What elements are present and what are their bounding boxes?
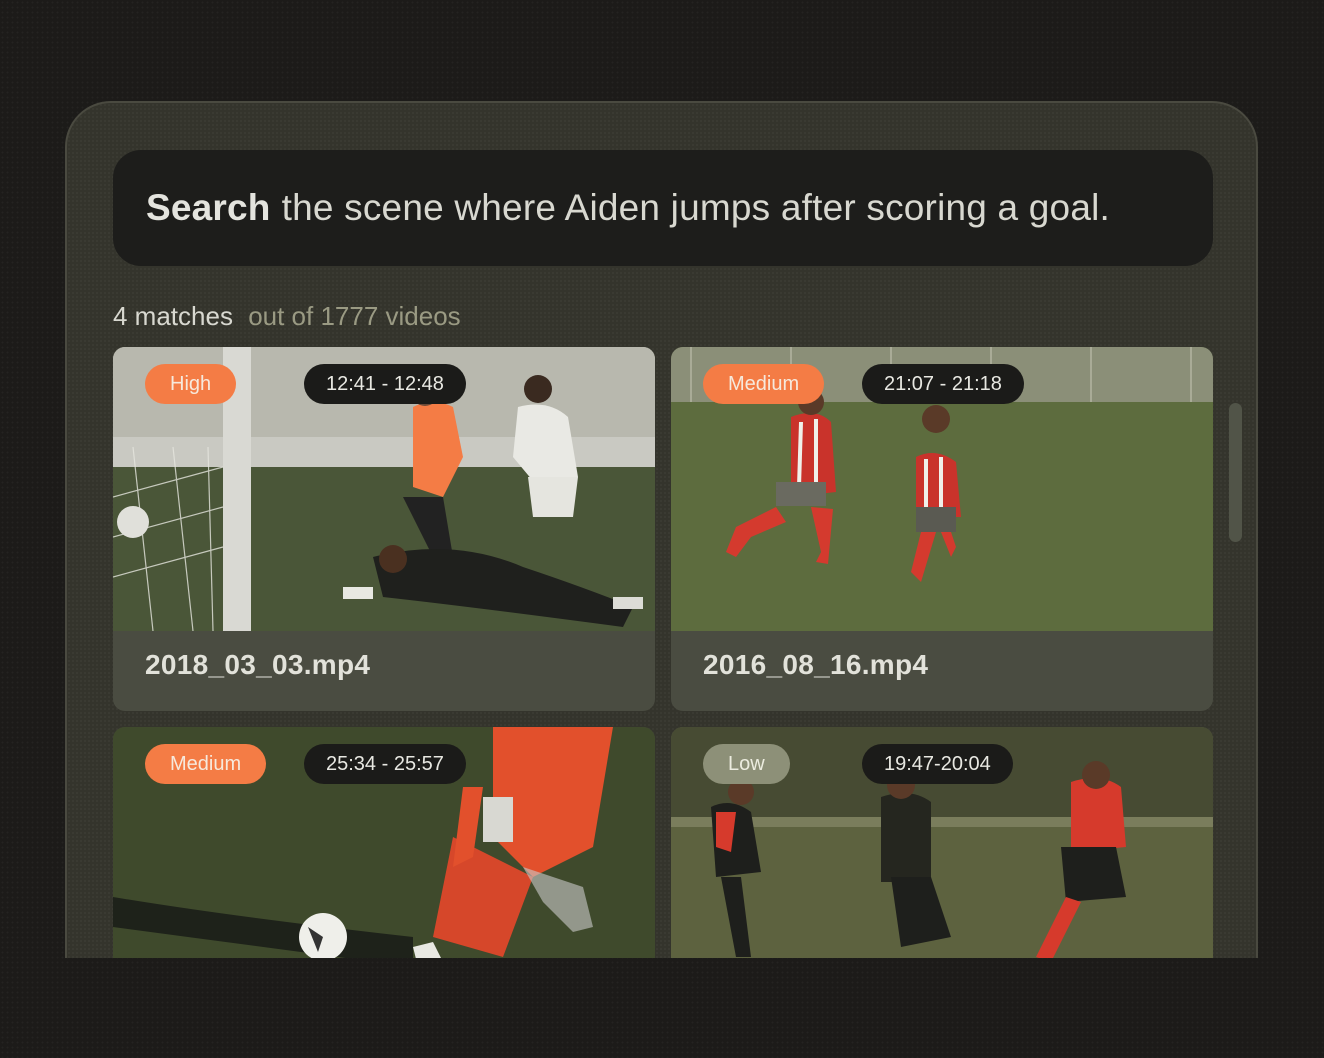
device-frame: Search the scene where Aiden jumps after… — [65, 101, 1258, 958]
video-card[interactable]: Low 19:47-20:04 — [671, 727, 1213, 958]
timestamp-badge: 12:41 - 12:48 — [304, 364, 466, 404]
search-input[interactable]: Search the scene where Aiden jumps after… — [113, 150, 1213, 266]
video-card[interactable]: Medium 21:07 - 21:18 2016_08_16.mp4 — [671, 347, 1213, 711]
search-keyword: Search — [146, 187, 271, 228]
results-summary: 4 matches out of 1777 videos — [113, 301, 461, 332]
timestamp-badge: 21:07 - 21:18 — [862, 364, 1024, 404]
confidence-badge: Medium — [703, 364, 825, 404]
scrollbar[interactable] — [1229, 403, 1242, 542]
total-videos: out of 1777 videos — [248, 301, 461, 331]
video-card[interactable]: Medium 25:34 - 25:57 — [113, 727, 655, 958]
confidence-badge: Low — [703, 744, 790, 784]
timestamp-badge: 25:34 - 25:57 — [304, 744, 466, 784]
video-card[interactable]: High 12:41 - 12:48 2018_03_03.mp4 — [113, 347, 655, 711]
confidence-badge: Medium — [145, 744, 267, 784]
match-count: 4 matches — [113, 301, 233, 331]
video-filename: 2018_03_03.mp4 — [145, 649, 371, 680]
video-filename: 2016_08_16.mp4 — [703, 649, 929, 680]
search-query-text: the scene where Aiden jumps after scorin… — [281, 187, 1111, 228]
timestamp-badge: 19:47-20:04 — [862, 744, 1013, 784]
confidence-badge: High — [145, 364, 237, 404]
